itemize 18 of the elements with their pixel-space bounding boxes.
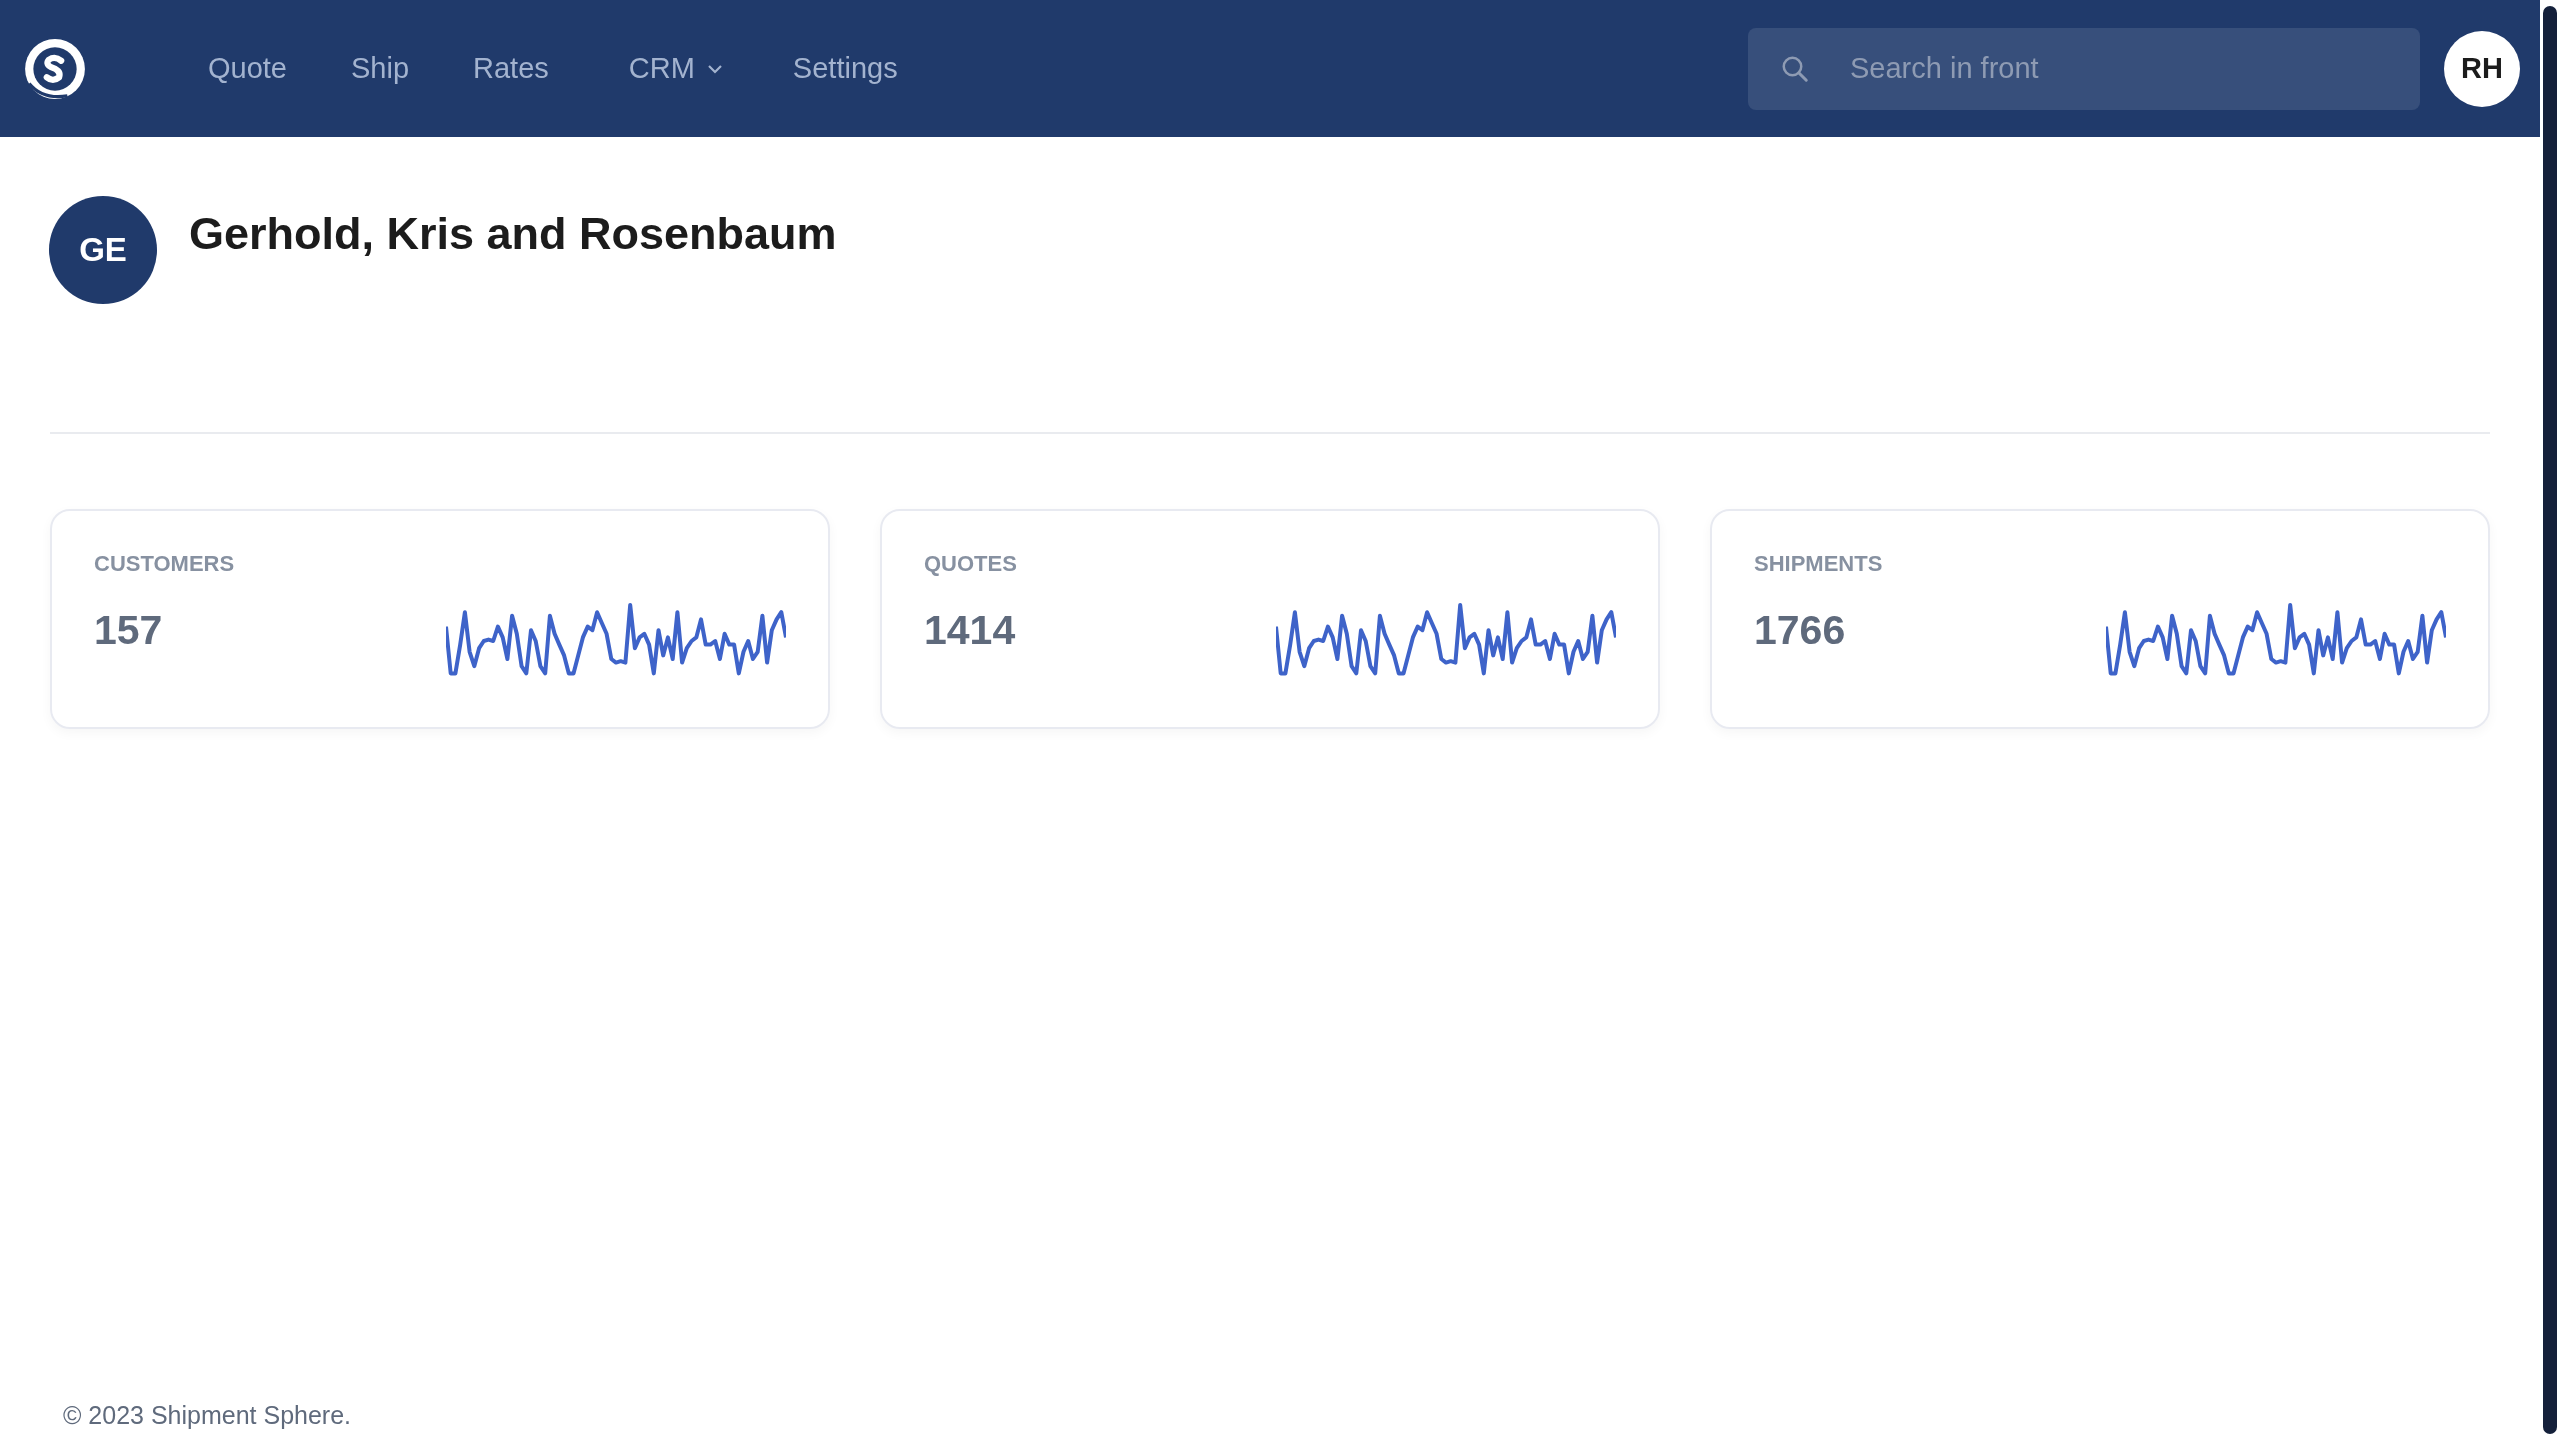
- stat-value: 157: [94, 607, 164, 654]
- stat-label: SHIPMENTS: [1754, 551, 1883, 577]
- stat-label: QUOTES: [924, 551, 1017, 577]
- user-avatar[interactable]: RH: [2444, 30, 2520, 107]
- stat-label: CUSTOMERS: [94, 551, 235, 577]
- nav-link[interactable]: Rates: [473, 52, 549, 85]
- chevron-down-icon: [706, 63, 723, 74]
- nav-link[interactable]: Ship: [351, 52, 410, 85]
- footer-copyright: © 2023 Shipment Sphere.: [62, 1401, 353, 1431]
- search-field[interactable]: Search in front: [1748, 27, 2420, 110]
- nav-dropdown[interactable]: CRM: [628, 52, 723, 85]
- nav-link[interactable]: Quote: [208, 52, 287, 85]
- scrollbar[interactable]: [2543, 6, 2557, 1434]
- stat-value: 1766: [1754, 607, 1847, 654]
- company-avatar: GE: [49, 196, 157, 304]
- stat-value: 1414: [924, 607, 1017, 654]
- company-name: Gerhold, Kris and Rosenbaum: [189, 208, 837, 260]
- nav-link[interactable]: Settings: [792, 52, 898, 85]
